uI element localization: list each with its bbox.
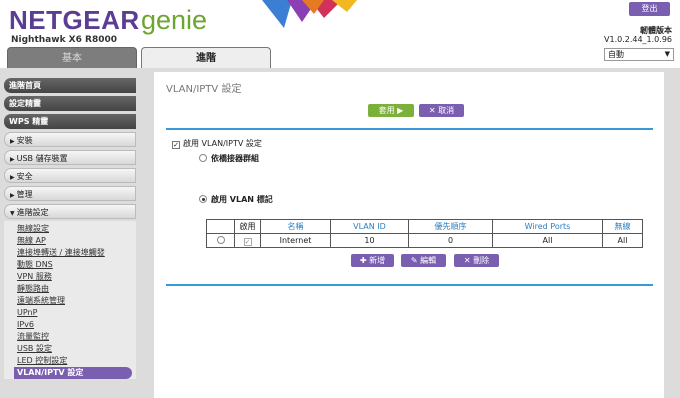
sidebar-item-port-forwarding[interactable]: 連接埠轉送 / 連接埠觸發 (4, 247, 136, 259)
sidebar-item-upnp[interactable]: UPnP (4, 307, 136, 319)
brand-graphic (262, 0, 357, 28)
expand-arrow-icon: ▶ (10, 192, 15, 199)
sidebar: 進階首頁 設定精靈 WPS 精靈 ▶ 安裝 ▶ USB 儲存裝置 ▶ 安全 ▶ 管理 ▼… (4, 78, 136, 379)
table-header-wireless: 無線 (602, 219, 643, 234)
sidebar-item-advanced-home[interactable]: 進階首頁 (4, 78, 136, 93)
tab-advanced[interactable]: 進階 (141, 47, 271, 68)
enable-vlan-label: 啟用 VLAN/IPTV 設定 (183, 139, 262, 148)
row-select-cell (206, 233, 235, 248)
page-title: VLAN/IPTV 設定 (166, 84, 242, 95)
sidebar-section-admin[interactable]: ▶ 管理 (4, 186, 136, 201)
row-enable-cell: ✓ (234, 233, 261, 248)
vlan-table: 啟用 名稱 VLAN ID 優先順序 Wired Ports 無線 ✓ Inte… (206, 219, 643, 248)
table-header-row: 啟用 名稱 VLAN ID 優先順序 Wired Ports 無線 (206, 219, 643, 234)
collapse-arrow-icon: ▼ (10, 210, 15, 217)
sidebar-item-traffic-meter[interactable]: 流量監控 (4, 331, 136, 343)
logout-button[interactable]: 登出 (629, 2, 670, 16)
row-name: Internet (260, 233, 331, 248)
language-select[interactable]: 自動 ▼ (604, 48, 674, 61)
vlan-tag-option: 啟用 VLAN 標記 (199, 194, 273, 205)
tab-basic[interactable]: 基本 (7, 47, 137, 68)
genie-logo: genie (141, 5, 208, 35)
sidebar-item-vlan-iptv[interactable]: VLAN/IPTV 設定 (14, 367, 132, 379)
bridge-group-radio[interactable] (199, 154, 207, 162)
sidebar-item-dynamic-dns[interactable]: 動態 DNS (4, 259, 136, 271)
row-vlan-id: 10 (330, 233, 409, 248)
row-wireless: All (602, 233, 643, 248)
table-row[interactable]: ✓ Internet 10 0 All All (206, 233, 643, 248)
vlan-tag-label: 啟用 VLAN 標記 (211, 195, 273, 204)
bridge-group-label: 依橋接器群組 (211, 154, 259, 163)
sidebar-section-security[interactable]: ▶ 安全 (4, 168, 136, 183)
sidebar-item-vpn[interactable]: VPN 服務 (4, 271, 136, 283)
sidebar-item-wireless-ap[interactable]: 無線 AP (4, 235, 136, 247)
sidebar-item-wps-wizard[interactable]: WPS 精靈 (4, 114, 136, 129)
dropdown-arrow-icon: ▼ (664, 50, 670, 58)
enable-vlan-row: ✓ 啟用 VLAN/IPTV 設定 (172, 138, 262, 149)
language-value: 自動 (608, 50, 624, 59)
model-name: Nighthawk X6 R8000 (11, 35, 117, 45)
main-panel: VLAN/IPTV 設定 套用 ▶ ✕ 取消 ✓ 啟用 VLAN/IPTV 設定 … (154, 72, 664, 398)
sidebar-item-static-routes[interactable]: 靜態路由 (4, 283, 136, 295)
add-button[interactable]: ✚ 新增 (351, 254, 394, 267)
vlan-tag-radio[interactable] (199, 195, 207, 203)
apply-button[interactable]: 套用 ▶ (368, 104, 414, 117)
cancel-button[interactable]: ✕ 取消 (419, 104, 464, 117)
divider (166, 284, 653, 286)
expand-arrow-icon: ▶ (10, 156, 15, 163)
expand-arrow-icon: ▶ (10, 138, 15, 145)
table-header-wired-ports: Wired Ports (492, 219, 603, 234)
sidebar-item-led-control[interactable]: LED 控制設定 (4, 355, 136, 367)
table-header-name: 名稱 (260, 219, 331, 234)
table-header-priority: 優先順序 (408, 219, 493, 234)
delete-button[interactable]: ✕ 刪除 (454, 254, 499, 267)
expand-arrow-icon: ▶ (10, 174, 15, 181)
edit-button[interactable]: ✎ 編輯 (401, 254, 446, 267)
sidebar-submenu: 無線設定 無線 AP 連接埠轉送 / 連接埠觸發 動態 DNS VPN 服務 靜… (4, 221, 136, 379)
bridge-group-option: 依橋接器群組 (199, 153, 259, 164)
sidebar-item-remote-management[interactable]: 遠端系統管理 (4, 295, 136, 307)
table-header-select (206, 219, 235, 234)
sidebar-section-setup[interactable]: ▶ 安裝 (4, 132, 136, 147)
enable-vlan-checkbox[interactable]: ✓ (172, 141, 180, 149)
table-header-vlan-id: VLAN ID (330, 219, 409, 234)
sidebar-item-ipv6[interactable]: IPv6 (4, 319, 136, 331)
header: NETGEAR genie Nighthawk X6 R8000 登出 韌體版本… (0, 0, 680, 68)
row-priority: 0 (408, 233, 493, 248)
row-wired-ports: All (492, 233, 603, 248)
sidebar-item-setup-wizard[interactable]: 設定精靈 (4, 96, 136, 111)
sidebar-section-usb[interactable]: ▶ USB 儲存裝置 (4, 150, 136, 165)
divider (166, 128, 653, 130)
sidebar-item-usb-settings[interactable]: USB 設定 (4, 343, 136, 355)
row-enable-checkbox: ✓ (243, 237, 252, 246)
sidebar-item-wireless-settings[interactable]: 無線設定 (4, 223, 136, 235)
row-select-radio[interactable] (216, 236, 225, 244)
netgear-logo: NETGEAR (9, 5, 140, 35)
sidebar-section-advanced-setup[interactable]: ▼ 進階設定 (4, 204, 136, 219)
table-header-enable: 啟用 (234, 219, 261, 234)
firmware-version: V1.0.2.44_1.0.96 (604, 35, 672, 44)
